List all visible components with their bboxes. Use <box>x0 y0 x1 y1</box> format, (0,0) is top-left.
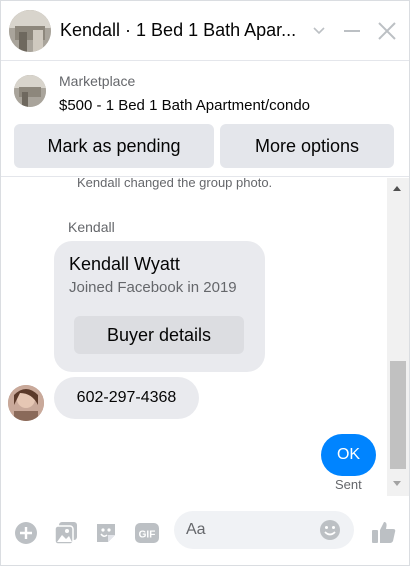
message-status: Sent <box>335 477 362 492</box>
like-icon[interactable] <box>371 519 397 545</box>
profile-card: Kendall Wyatt Joined Facebook in 2019 Bu… <box>54 241 265 372</box>
gif-icon-label: GIF <box>139 530 156 541</box>
more-options-button[interactable]: More options <box>220 124 394 168</box>
chat-window: Kendall · 1 Bed 1 Bath Apar... Marketpla… <box>0 0 410 566</box>
message-input[interactable]: Aa <box>174 511 354 549</box>
chevron-down-icon[interactable] <box>310 21 328 39</box>
message-list[interactable]: Kendall changed the group photo. Kendall… <box>1 178 409 496</box>
emoji-icon[interactable] <box>319 519 341 541</box>
gif-icon[interactable]: GIF <box>134 521 160 545</box>
marketplace-label: Marketplace <box>59 73 136 89</box>
listing-photo-avatar[interactable] <box>9 10 51 52</box>
plus-icon[interactable] <box>14 521 38 545</box>
close-icon[interactable] <box>376 20 398 42</box>
photo-icon[interactable] <box>54 521 78 545</box>
profile-joined: Joined Facebook in 2019 <box>69 279 237 296</box>
message-composer: GIF Aa <box>1 497 409 565</box>
scroll-down-arrow-icon[interactable] <box>393 481 401 486</box>
listing-title[interactable]: $500 - 1 Bed 1 Bath Apartment/condo <box>59 97 310 114</box>
sticker-icon[interactable] <box>94 521 118 545</box>
profile-name: Kendall Wyatt <box>69 254 180 274</box>
marketplace-listing-panel: Marketplace $500 - 1 Bed 1 Bath Apartmen… <box>1 62 409 177</box>
mark-as-pending-button[interactable]: Mark as pending <box>14 124 214 168</box>
listing-thumbnail[interactable] <box>14 75 46 107</box>
minimize-icon[interactable] <box>342 21 362 41</box>
outgoing-message-bubble[interactable]: OK <box>321 434 376 476</box>
scrollbar[interactable] <box>387 178 409 496</box>
scrollbar-thumb[interactable] <box>390 361 406 469</box>
scroll-up-arrow-icon[interactable] <box>393 186 401 191</box>
message-input-placeholder: Aa <box>186 521 206 538</box>
buyer-details-button[interactable]: Buyer details <box>74 316 244 354</box>
incoming-message-bubble[interactable]: 602-297-4368 <box>54 377 199 419</box>
sender-name: Kendall <box>68 219 115 235</box>
avatar[interactable] <box>8 385 44 421</box>
chat-header[interactable]: Kendall · 1 Bed 1 Bath Apar... <box>1 1 409 61</box>
system-message: Kendall changed the group photo. <box>77 178 273 190</box>
chat-title[interactable]: Kendall · 1 Bed 1 Bath Apar... <box>60 20 296 41</box>
